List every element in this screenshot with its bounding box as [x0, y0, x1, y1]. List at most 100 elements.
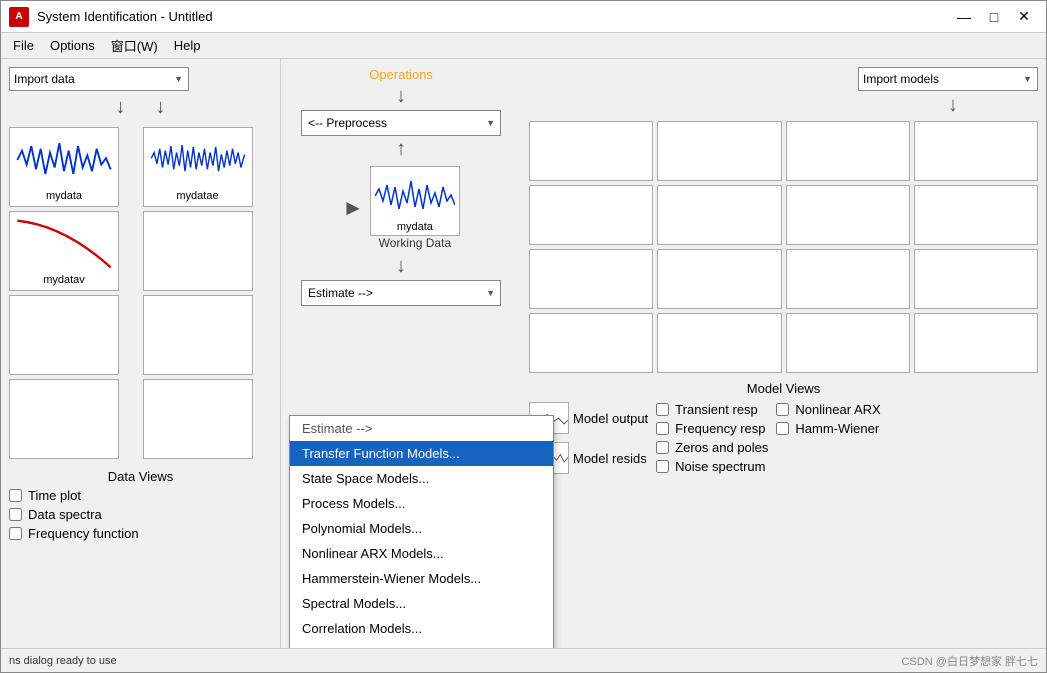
operations-label: Operations: [369, 67, 433, 82]
models-grid: [529, 121, 1038, 373]
data-views-title: Data Views: [9, 469, 272, 484]
menu-file[interactable]: File: [5, 36, 42, 55]
model-cell-2[interactable]: [657, 121, 781, 181]
checkbox-noise-spectrum-input[interactable]: [656, 460, 669, 473]
checkbox-nonlinear-arx-input[interactable]: [776, 403, 789, 416]
checkbox-data-spectra[interactable]: Data spectra: [9, 507, 272, 522]
import-data-select[interactable]: Import data: [9, 67, 189, 91]
data-arrows: ↓ ↓: [9, 97, 272, 117]
checkbox-zeros-poles-input[interactable]: [656, 441, 669, 454]
checkbox-time-plot[interactable]: Time plot: [9, 488, 272, 503]
checkbox-noise-spectrum-label: Noise spectrum: [675, 459, 765, 474]
working-data-box[interactable]: mydata: [370, 166, 460, 236]
minimize-button[interactable]: —: [950, 6, 978, 28]
model-views-col2: Nonlinear ARX Hamm-Wiener: [776, 402, 880, 436]
working-data-label: Working Data: [379, 236, 451, 250]
dropdown-item-spectral[interactable]: Spectral Models...: [290, 591, 553, 616]
data-cell-mydatav-label: mydatav: [43, 274, 85, 286]
main-content: Import data ↓ ↓: [1, 59, 1046, 648]
data-cell-mydatav[interactable]: mydatav: [9, 211, 119, 291]
data-cell-mydata[interactable]: mydata: [9, 127, 119, 207]
checkbox-frequency-function[interactable]: Frequency function: [9, 526, 272, 541]
model-cell-16[interactable]: [914, 313, 1038, 373]
checkbox-hamm-wiener-input[interactable]: [776, 422, 789, 435]
menu-bar: File Options 窗口(W) Help: [1, 33, 1046, 59]
model-cell-13[interactable]: [529, 313, 653, 373]
menu-window[interactable]: 窗口(W): [103, 34, 166, 57]
model-cell-9[interactable]: [529, 249, 653, 309]
data-cell-empty-1[interactable]: [143, 211, 253, 291]
working-data-name: mydata: [397, 221, 433, 233]
checkbox-frequency-resp[interactable]: Frequency resp: [656, 421, 768, 436]
dropdown-item-transfer-function[interactable]: Transfer Function Models...: [290, 441, 553, 466]
model-cell-8[interactable]: [914, 185, 1038, 245]
checkbox-hamm-wiener[interactable]: Hamm-Wiener: [776, 421, 880, 436]
checkbox-hamm-wiener-label: Hamm-Wiener: [795, 421, 879, 436]
dropdown-item-refine[interactable]: Refine Existing Models...: [290, 641, 553, 648]
dropdown-item-correlation[interactable]: Correlation Models...: [290, 616, 553, 641]
model-cell-3[interactable]: [786, 121, 910, 181]
data-views-section: Data Views Time plot Data spectra Freque…: [9, 469, 272, 545]
model-cell-12[interactable]: [914, 249, 1038, 309]
preprocess-select[interactable]: <-- Preprocess: [301, 110, 501, 136]
mydata-plot: [14, 132, 114, 188]
model-views-label: Model Views: [529, 381, 1038, 396]
dropdown-item-process-models[interactable]: Process Models...: [290, 491, 553, 516]
models-arrow-row: ↓: [529, 95, 1038, 115]
window-title: System Identification - Untitled: [37, 9, 942, 24]
import-data-row: Import data: [9, 67, 272, 91]
checkbox-nonlinear-arx[interactable]: Nonlinear ARX: [776, 402, 880, 417]
model-cell-4[interactable]: [914, 121, 1038, 181]
checkbox-data-spectra-label: Data spectra: [28, 507, 102, 522]
watermark-text: CSDN @白日梦想家 胖七七: [902, 653, 1038, 669]
close-button[interactable]: ✕: [1010, 6, 1038, 28]
model-cell-14[interactable]: [657, 313, 781, 373]
data-cell-empty-3[interactable]: [143, 295, 253, 375]
model-cell-15[interactable]: [786, 313, 910, 373]
data-cell-empty-5[interactable]: [143, 379, 253, 459]
data-cell-mydata-label: mydata: [46, 190, 82, 202]
checkbox-time-plot-label: Time plot: [28, 488, 81, 503]
checkbox-frequency-function-input[interactable]: [9, 527, 22, 540]
dropdown-item-polynomial[interactable]: Polynomial Models...: [290, 516, 553, 541]
checkbox-transient-resp-input[interactable]: [656, 403, 669, 416]
checkbox-frequency-function-label: Frequency function: [28, 526, 139, 541]
model-cell-6[interactable]: [657, 185, 781, 245]
estimate-select[interactable]: Estimate -->: [301, 280, 501, 306]
dropdown-item-nonlinear-arx[interactable]: Nonlinear ARX Models...: [290, 541, 553, 566]
menu-options[interactable]: Options: [42, 36, 103, 55]
data-cell-empty-2[interactable]: [9, 295, 119, 375]
checkbox-zeros-poles[interactable]: Zeros and poles: [656, 440, 768, 455]
checkbox-time-plot-input[interactable]: [9, 489, 22, 502]
checkbox-noise-spectrum[interactable]: Noise spectrum: [656, 459, 768, 474]
menu-help[interactable]: Help: [166, 36, 209, 55]
data-cell-empty-4[interactable]: [9, 379, 119, 459]
data-cell-mydatae[interactable]: mydatae: [143, 127, 253, 207]
preprocess-arrow-down: ↓: [396, 86, 406, 106]
checkbox-transient-resp-label: Transient resp: [675, 402, 758, 417]
model-cell-10[interactable]: [657, 249, 781, 309]
dropdown-item-hammerstein[interactable]: Hammerstein-Wiener Models...: [290, 566, 553, 591]
checkbox-frequency-resp-input[interactable]: [656, 422, 669, 435]
model-cell-5[interactable]: [529, 185, 653, 245]
model-views-content: Model output Model resids: [529, 402, 1038, 474]
main-window: A System Identification - Untitled — □ ✕…: [0, 0, 1047, 673]
data-grid: mydata mydatae: [9, 127, 272, 459]
right-panel: Import models ↓: [521, 59, 1046, 648]
import-models-select[interactable]: Import models: [858, 67, 1038, 91]
working-arrow-right: ►: [342, 195, 364, 221]
model-resids-label: Model resids: [573, 451, 647, 466]
checkbox-transient-resp[interactable]: Transient resp: [656, 402, 768, 417]
checkbox-frequency-resp-label: Frequency resp: [675, 421, 765, 436]
maximize-button[interactable]: □: [980, 6, 1008, 28]
title-bar: A System Identification - Untitled — □ ✕: [1, 1, 1046, 33]
working-section: ► mydata Working Data: [342, 166, 460, 250]
checkbox-data-spectra-input[interactable]: [9, 508, 22, 521]
dropdown-item-state-space[interactable]: State Space Models...: [290, 466, 553, 491]
arrow-down-left: ↓: [116, 97, 126, 117]
checkbox-nonlinear-arx-label: Nonlinear ARX: [795, 402, 880, 417]
model-cell-1[interactable]: [529, 121, 653, 181]
model-cell-7[interactable]: [786, 185, 910, 245]
model-cell-11[interactable]: [786, 249, 910, 309]
left-panel: Import data ↓ ↓: [1, 59, 281, 648]
